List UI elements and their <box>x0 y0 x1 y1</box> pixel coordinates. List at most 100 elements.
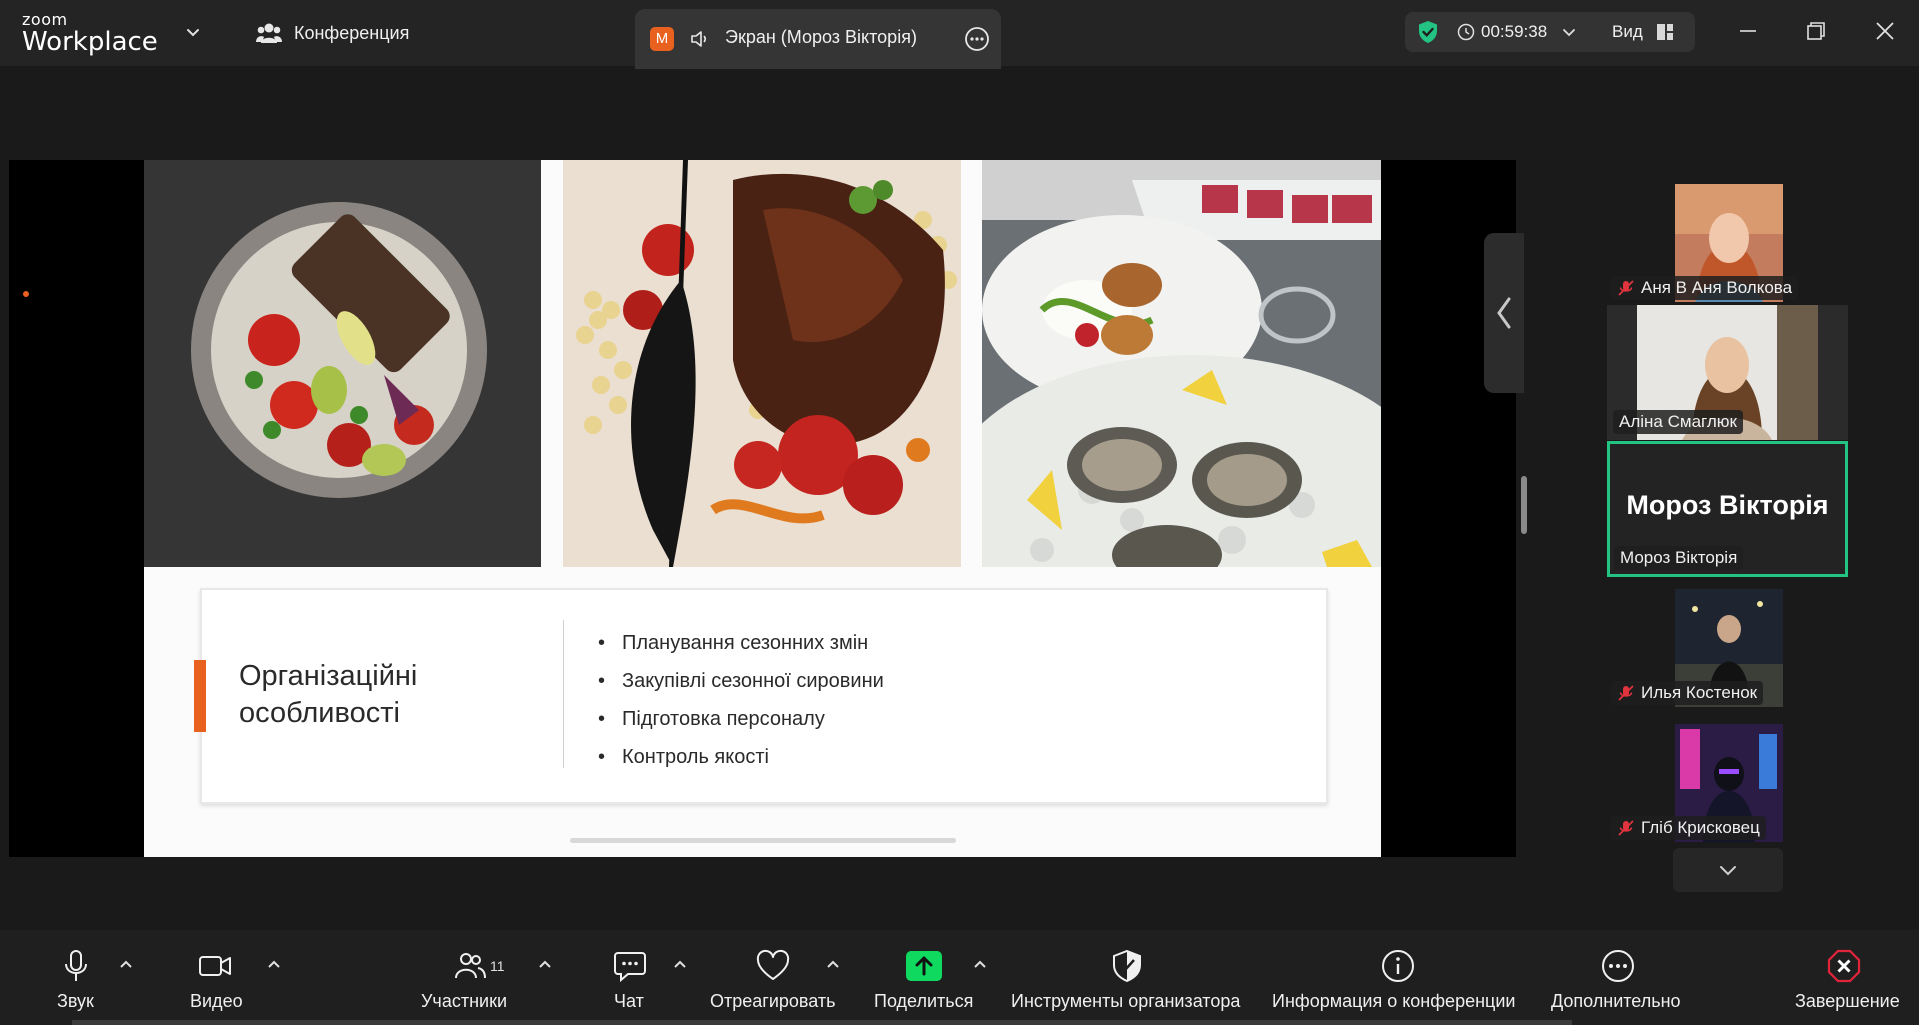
host-tools-label: Инструменты организатора <box>1011 991 1241 1011</box>
more-label: Дополнительно <box>1551 991 1681 1011</box>
participant-name: Гліб Крисковец <box>1641 818 1760 837</box>
participant-name-tag: Илья Костенок <box>1611 681 1764 705</box>
chevron-up-icon[interactable] <box>824 956 842 974</box>
slide-bullet-item: Планування сезонних змін <box>598 624 884 662</box>
react-button[interactable]: Отреагировать <box>707 930 847 1025</box>
chevron-down-icon <box>1720 866 1736 876</box>
slide-bullet-item: Підготовка персоналу <box>598 700 884 738</box>
participant-name: Мороз Вікторія <box>1620 548 1738 567</box>
slide-divider <box>563 620 564 768</box>
chevron-up-icon[interactable] <box>265 956 283 974</box>
slide-content-box: Організаційні особливості Планування сез… <box>194 588 1328 804</box>
participant-tile[interactable]: Илья Костенок <box>1611 589 1786 707</box>
top-bar: zoom Workplace Конференция M Экран (Моро… <box>0 0 1919 69</box>
meeting-status-pill: 00:59:38 Вид <box>1405 12 1695 52</box>
participant-name-tag: Мороз Вікторія <box>1614 546 1744 570</box>
host-tools-button[interactable]: Инструменты организатора <box>1008 930 1248 1025</box>
meeting-info-label: Информация о конференции <box>1272 991 1516 1011</box>
oysters-dish-photo <box>982 160 1381 567</box>
chevron-up-icon[interactable] <box>671 956 689 974</box>
participant-name-tag: Аліна Смаглюк <box>1613 410 1743 434</box>
logo-zoom-text: zoom <box>22 10 68 29</box>
speaker-icon[interactable] <box>689 27 713 51</box>
participant-name: Аліна Смаглюк <box>1619 412 1737 431</box>
chevron-up-icon[interactable] <box>536 956 554 974</box>
participant-tile-active-speaker[interactable]: Мороз Вікторія Мороз Вікторія <box>1607 441 1848 577</box>
participant-name-tag: Гліб Крисковец <box>1611 816 1766 840</box>
participants-count: 11 <box>490 958 505 974</box>
video-camera-icon <box>199 956 231 976</box>
chevron-left-icon <box>1497 297 1511 329</box>
meeting-label: Конференция <box>294 22 410 43</box>
logo-workplace-text: Workplace <box>22 27 158 57</box>
participant-tile[interactable]: Аліна Смаглюк <box>1607 305 1848 440</box>
pointer-dot <box>23 291 29 297</box>
share-screen-icon <box>906 951 942 981</box>
shield-icon <box>1113 949 1141 983</box>
encryption-shield-icon[interactable] <box>1415 19 1441 45</box>
participant-tile[interactable]: Гліб Крисковец <box>1611 724 1786 842</box>
view-button[interactable]: Вид <box>1612 22 1643 42</box>
close-icon[interactable] <box>1870 16 1900 46</box>
slide-accent-bar <box>194 660 206 732</box>
microphone-icon <box>65 950 87 981</box>
audio-label: Звук <box>57 991 94 1011</box>
more-icon <box>1602 950 1634 982</box>
participants-icon <box>455 953 486 979</box>
participants-label: Участники <box>421 991 507 1011</box>
chevron-down-icon[interactable] <box>1560 23 1578 41</box>
split-resize-handle[interactable] <box>1521 476 1527 534</box>
slide-bullet-item: Контроль якості <box>598 738 884 776</box>
end-meeting-button[interactable]: Завершение <box>1788 930 1903 1025</box>
participant-name-tag: Аня В Аня Волкова <box>1611 276 1799 300</box>
meeting-info-button[interactable]: Информация о конференции <box>1270 930 1530 1025</box>
video-button[interactable]: Видео <box>185 930 285 1025</box>
chat-button[interactable]: Чат <box>605 930 695 1025</box>
mic-muted-icon <box>1618 280 1634 296</box>
participants-group-icon <box>256 23 282 43</box>
chevron-down-icon[interactable] <box>183 22 203 42</box>
taskbar-strip <box>72 1020 1572 1025</box>
shared-screen-title: Экран (Мороз Вікторія) <box>725 27 917 47</box>
shared-screen-view[interactable]: Організаційні особливості Планування сез… <box>9 160 1524 857</box>
end-meeting-label: Завершение <box>1795 991 1900 1011</box>
salad-dish-photo <box>144 160 541 567</box>
meat-dish-photo <box>563 160 961 567</box>
chevron-up-icon[interactable] <box>971 956 989 974</box>
chevron-up-icon[interactable] <box>117 956 135 974</box>
participants-scroll-down-button[interactable] <box>1673 848 1783 892</box>
slide-heading: Організаційні особливості <box>239 660 418 729</box>
video-label: Видео <box>190 991 243 1011</box>
meeting-toolbar: Звук Видео 11 Участники Чат Отреагироват… <box>0 930 1919 1025</box>
minimize-icon[interactable] <box>1733 16 1763 46</box>
participant-name: Илья Костенок <box>1641 683 1758 702</box>
presentation-slide: Організаційні особливості Планування сез… <box>144 160 1381 857</box>
end-x-icon <box>1827 949 1861 983</box>
more-options-icon[interactable] <box>964 26 990 52</box>
clock-icon <box>1457 23 1475 41</box>
meeting-button[interactable]: Конференция <box>256 20 409 46</box>
heart-icon <box>756 949 790 980</box>
participants-button[interactable]: 11 Участники <box>417 930 557 1025</box>
slide-bullet-item: Закупівлі сезонної сировини <box>598 662 884 700</box>
audio-button[interactable]: Звук <box>40 930 140 1025</box>
react-label: Отреагировать <box>710 991 836 1011</box>
participant-tile[interactable]: Аня В Аня Волкова <box>1611 184 1799 302</box>
restore-icon[interactable] <box>1801 16 1831 46</box>
chat-icon <box>614 952 646 983</box>
slide-scroll-indicator <box>570 838 956 843</box>
participant-name: Аня В Аня Волкова <box>1641 278 1793 297</box>
participant-display-name: Мороз Вікторія <box>1626 490 1829 520</box>
more-button[interactable]: Дополнительно <box>1547 930 1697 1025</box>
shared-screen-tab[interactable]: M Экран (Мороз Вікторія) <box>635 9 1001 69</box>
info-icon <box>1382 950 1414 982</box>
share-button[interactable]: Поделиться <box>872 930 992 1025</box>
collapse-panel-button[interactable] <box>1484 233 1524 393</box>
zoom-logo: zoom Workplace <box>22 10 158 57</box>
chat-label: Чат <box>614 991 644 1011</box>
meeting-timer[interactable]: 00:59:38 <box>1481 22 1547 42</box>
view-layout-icon[interactable] <box>1655 22 1675 42</box>
mic-muted-icon <box>1618 685 1634 701</box>
mic-muted-icon <box>1618 820 1634 836</box>
slide-bullet-list: Планування сезонних змін Закупівлі сезон… <box>598 624 884 776</box>
